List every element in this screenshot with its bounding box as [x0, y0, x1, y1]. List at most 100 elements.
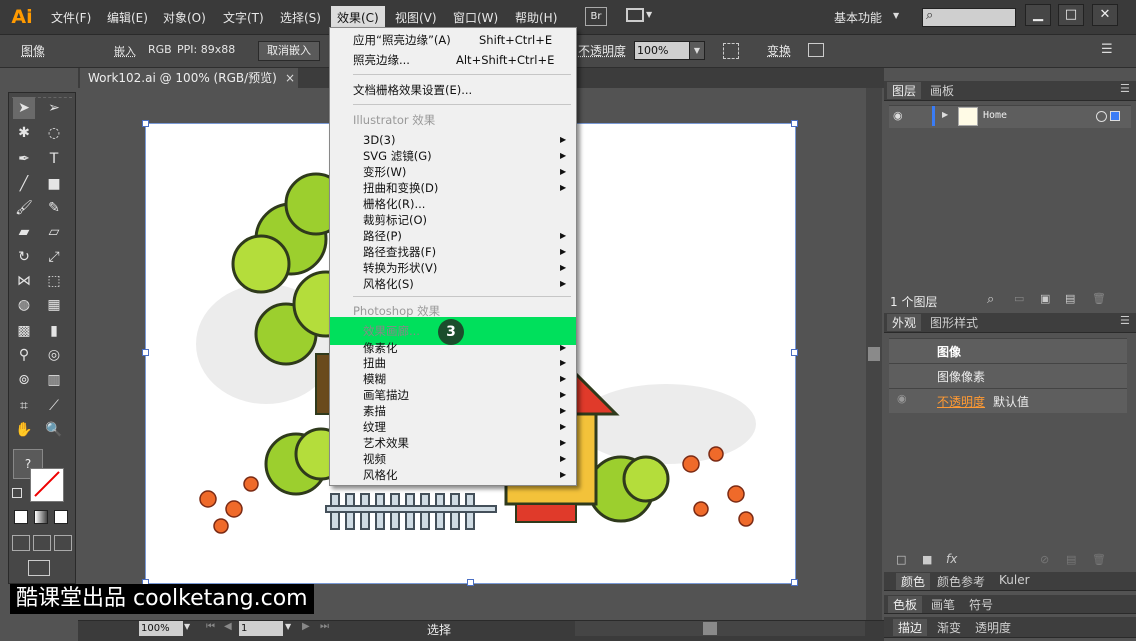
menu-brush-strokes[interactable]: 画笔描边 ▶ — [330, 387, 576, 403]
tab-gradient[interactable]: 渐变 — [932, 619, 966, 636]
prev-artboard-icon[interactable]: ◀ — [224, 621, 232, 632]
duplicate-item-icon[interactable]: ▤ — [1066, 553, 1076, 566]
menu-convert-to-shape[interactable]: 转换为形状(V) ▶ — [330, 260, 576, 276]
tab-stroke[interactable]: 描边 — [893, 619, 928, 636]
panel-menu-icon[interactable]: ☰ — [1120, 314, 1130, 327]
trash-icon[interactable]: 🗑 — [1092, 292, 1106, 305]
scale-tool-icon[interactable]: ⤢ — [43, 246, 65, 268]
rectangle-tool-icon[interactable]: ■ — [43, 173, 65, 195]
column-graph-tool-icon[interactable]: ▥ — [43, 369, 65, 391]
close-button[interactable]: ✕ — [1092, 4, 1118, 26]
clear-appearance-icon[interactable]: ⊘ — [1040, 553, 1049, 566]
draw-normal-icon[interactable] — [12, 535, 30, 551]
zoom-field[interactable]: 100% — [139, 621, 183, 636]
menu-svg-filters[interactable]: SVG 滤镜(G) ▶ — [330, 148, 576, 164]
eraser-tool-icon[interactable]: ▱ — [43, 221, 65, 243]
menu-pathfinder[interactable]: 路径查找器(F) ▶ — [330, 244, 576, 260]
locate-object-icon[interactable]: ⌕ — [987, 292, 994, 307]
menu-warp[interactable]: 变形(W) ▶ — [330, 164, 576, 180]
menu-stylize-photoshop[interactable]: 风格化 ▶ — [330, 467, 576, 483]
slice-tool-icon[interactable]: ⟋ — [43, 395, 65, 417]
isolate-icon[interactable] — [808, 43, 824, 57]
minimize-button[interactable]: ▁ — [1025, 4, 1051, 26]
tab-color[interactable]: 颜色 — [896, 573, 931, 590]
symbol-sprayer-tool-icon[interactable]: ⊚ — [13, 369, 35, 391]
selection-indicator[interactable] — [1110, 111, 1120, 121]
chevron-down-icon[interactable]: ▼ — [646, 10, 652, 19]
width-tool-icon[interactable]: ⋈ — [13, 270, 35, 292]
selection-handle[interactable] — [467, 579, 474, 586]
new-layer-icon[interactable]: ▤ — [1065, 292, 1075, 305]
panel-menu-icon[interactable]: ☰ — [1101, 42, 1113, 57]
menu-object[interactable]: 对象(O) — [163, 9, 206, 26]
arrange-documents-icon[interactable] — [626, 8, 644, 22]
type-tool-icon[interactable]: T — [43, 148, 65, 170]
target-icon[interactable] — [1096, 111, 1107, 122]
menu-crop-marks[interactable]: 裁剪标记(O) — [330, 212, 576, 228]
tab-brushes[interactable]: 画笔 — [926, 596, 960, 613]
paintbrush-tool-icon[interactable]: 🖌 — [13, 197, 35, 219]
default-colors-icon[interactable] — [12, 488, 22, 498]
direct-selection-tool-icon[interactable]: ➢ — [43, 97, 65, 119]
menu-edit[interactable]: 编辑(E) — [107, 9, 148, 26]
workspace-switcher[interactable]: 基本功能 — [834, 9, 882, 26]
tab-layers[interactable]: 图层 — [887, 82, 922, 99]
menu-type[interactable]: 文字(T) — [223, 9, 264, 26]
embed-label[interactable]: 嵌入 — [114, 43, 136, 59]
menu-blur[interactable]: 模糊 ▶ — [330, 371, 576, 387]
menu-video[interactable]: 视频 ▶ — [330, 451, 576, 467]
first-artboard-icon[interactable]: ⏮ — [206, 621, 215, 632]
menu-sketch[interactable]: 素描 ▶ — [330, 403, 576, 419]
search-input[interactable] — [922, 8, 1016, 27]
menu-3d[interactable]: 3D(3) ▶ — [330, 132, 576, 148]
menu-stylize-illustrator[interactable]: 风格化(S) ▶ — [330, 276, 576, 292]
layer-row[interactable] — [889, 105, 1131, 128]
artboard-number-field[interactable]: 1 — [239, 621, 283, 636]
screen-mode-icon[interactable] — [28, 560, 50, 576]
eyedropper-tool-icon[interactable]: ⚲ — [13, 344, 35, 366]
menu-path[interactable]: 路径(P) ▶ — [330, 228, 576, 244]
tab-symbols[interactable]: 符号 — [964, 596, 998, 613]
menu-file[interactable]: 文件(F) — [51, 9, 91, 26]
new-stroke-icon[interactable]: □ — [896, 553, 906, 566]
gradient-tool-icon[interactable]: ▮ — [43, 320, 65, 342]
expand-triangle-icon[interactable]: ▶ — [942, 110, 948, 119]
menu-effect[interactable]: 效果(C) — [331, 6, 385, 29]
tab-transparency[interactable]: 透明度 — [970, 619, 1016, 636]
new-fill-icon[interactable]: ■ — [922, 553, 932, 566]
blob-brush-tool-icon[interactable]: ▰ — [13, 221, 35, 243]
layer-name[interactable]: Home — [983, 110, 1007, 121]
last-artboard-icon[interactable]: ⏭ — [320, 621, 329, 632]
magic-wand-tool-icon[interactable]: ✱ — [13, 122, 35, 144]
selection-handle[interactable] — [791, 579, 798, 586]
selection-handle[interactable] — [142, 349, 149, 356]
line-tool-icon[interactable]: ╱ — [13, 173, 35, 195]
tab-color-guide[interactable]: 颜色参考 — [932, 573, 990, 590]
chevron-down-icon[interactable]: ▼ — [184, 622, 190, 631]
menu-pixelate[interactable]: 像素化 ▶ — [330, 340, 576, 356]
tab-artboards[interactable]: 画板 — [925, 82, 959, 99]
eye-icon[interactable]: ◉ — [893, 109, 903, 122]
recolor-icon[interactable] — [723, 43, 739, 59]
panel-menu-icon[interactable]: ☰ — [1120, 82, 1130, 95]
vertical-scroll-thumb[interactable] — [868, 347, 880, 361]
blend-tool-icon[interactable]: ◎ — [43, 344, 65, 366]
unembed-button[interactable]: 取消嵌入 — [258, 41, 320, 61]
bridge-button[interactable]: Br — [585, 7, 607, 26]
artboard-tool-icon[interactable]: ⌗ — [13, 395, 35, 417]
pen-tool-icon[interactable]: ✒ — [13, 148, 35, 170]
tab-appearance[interactable]: 外观 — [887, 314, 922, 331]
selection-tool-icon[interactable]: ➤ — [13, 97, 35, 119]
tab-graphic-styles[interactable]: 图形样式 — [925, 314, 983, 331]
selection-handle[interactable] — [791, 349, 798, 356]
free-transform-tool-icon[interactable]: ⬚ — [43, 270, 65, 292]
new-sublayer-icon[interactable]: ▣ — [1040, 292, 1050, 305]
none-mode-icon[interactable] — [54, 510, 68, 524]
menu-help[interactable]: 帮助(H) — [515, 9, 557, 26]
draw-inside-icon[interactable] — [54, 535, 72, 551]
horizontal-scrollbar[interactable] — [575, 621, 865, 636]
clipping-mask-icon[interactable]: ▭ — [1014, 292, 1024, 305]
opacity-link[interactable]: 不透明度 — [937, 393, 985, 410]
menu-raster-settings[interactable]: 文档栅格效果设置(E)... — [330, 82, 576, 98]
horizontal-scroll-thumb[interactable] — [703, 622, 717, 635]
